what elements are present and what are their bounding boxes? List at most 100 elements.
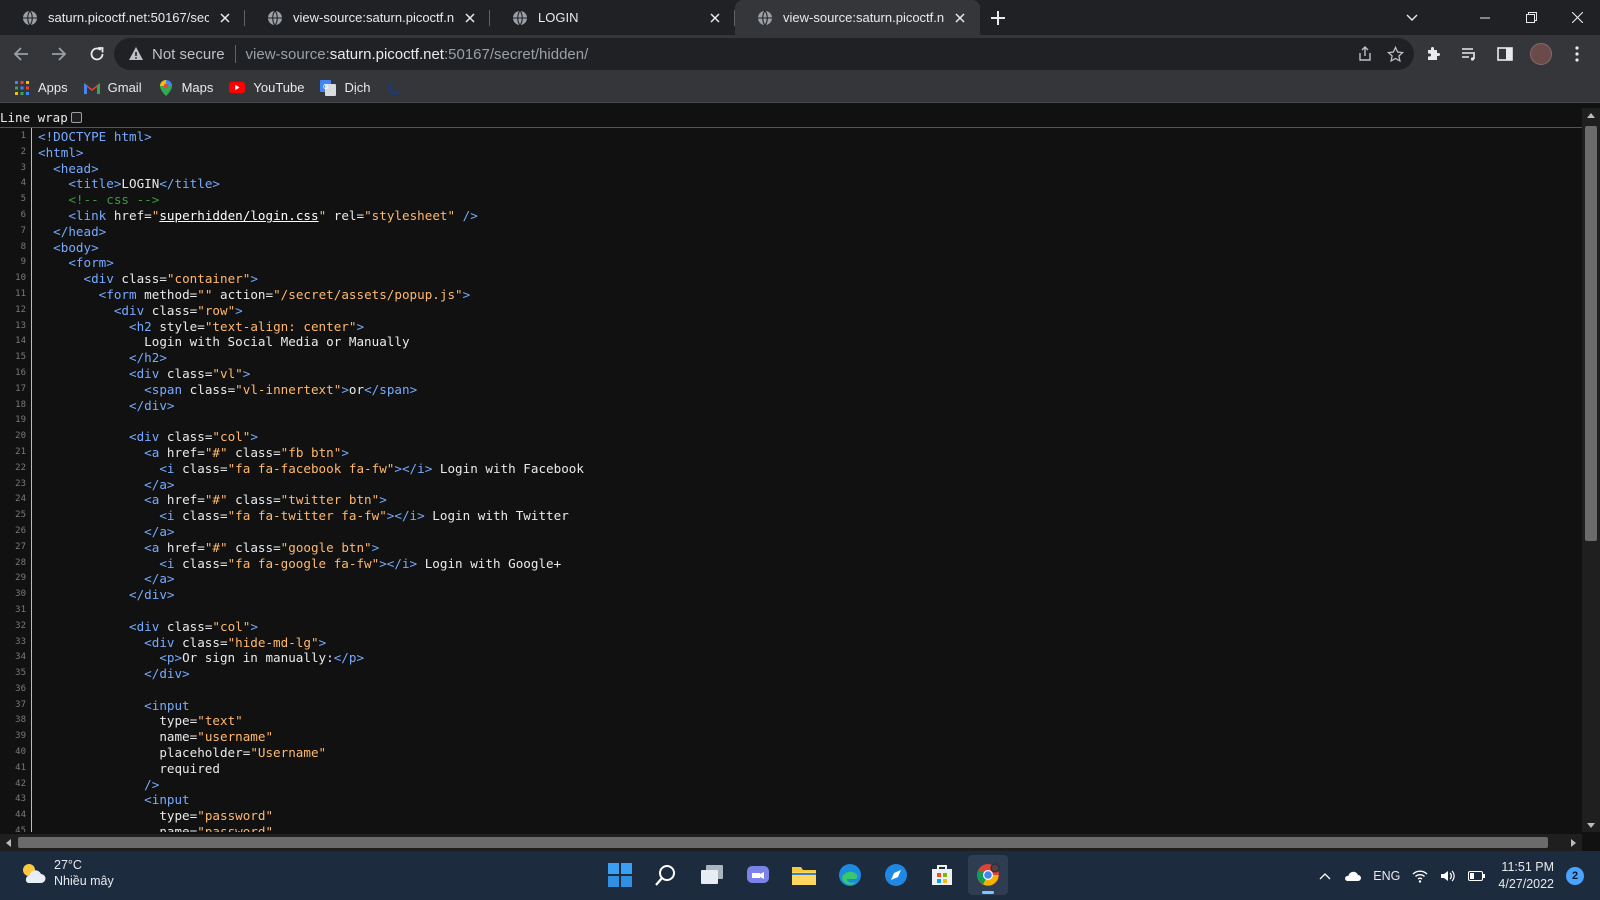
- code-token: name=: [38, 824, 198, 832]
- minimize-button[interactable]: [1462, 0, 1508, 35]
- security-label[interactable]: Not secure: [152, 46, 225, 63]
- source-line: 5 <!-- css -->: [0, 192, 1582, 208]
- tab-title: view-source:saturn.picoctf.net:50: [783, 10, 944, 25]
- tab-title: view-source:saturn.picoctf.net:50: [293, 10, 454, 25]
- tab-close-button[interactable]: [707, 10, 723, 26]
- line-text: </a>: [29, 571, 174, 587]
- weather-widget[interactable]: 27°C Nhiều mây: [20, 857, 114, 889]
- browser-tab[interactable]: LOGIN: [490, 0, 735, 35]
- line-text: <link href="superhidden/login.css" rel="…: [29, 208, 478, 224]
- code-token: Login with Facebook: [432, 460, 584, 476]
- source-line: 3 <head>: [0, 161, 1582, 177]
- source-line: 13 <h2 style="text-align: center">: [0, 319, 1582, 335]
- svg-text:G: G: [323, 84, 328, 91]
- extensions-button[interactable]: [1418, 37, 1448, 71]
- line-number: 17: [15, 383, 26, 394]
- scroll-left-arrow-icon[interactable]: [3, 837, 13, 848]
- file-explorer-button[interactable]: [784, 855, 824, 895]
- code-token: "fb btn": [280, 444, 342, 460]
- reading-list-button[interactable]: [1454, 37, 1484, 71]
- search-button[interactable]: [646, 855, 686, 895]
- wifi-icon[interactable]: [1412, 869, 1428, 883]
- close-window-button[interactable]: [1554, 0, 1600, 35]
- source-line: 15 </h2>: [0, 350, 1582, 366]
- side-panel-button[interactable]: [1490, 37, 1520, 71]
- notification-badge[interactable]: 2: [1566, 866, 1584, 885]
- code-token: <div: [38, 429, 167, 445]
- source-line: 42 />: [0, 777, 1582, 793]
- tab-close-button[interactable]: [952, 10, 968, 26]
- tab-search-button[interactable]: [1394, 0, 1430, 35]
- new-tab-button[interactable]: [980, 0, 1016, 35]
- line-text: type="password": [29, 808, 273, 824]
- line-wrap-toggle[interactable]: Line wrap: [0, 108, 82, 126]
- address-bar[interactable]: Not secure view-source:saturn.picoctf.ne…: [114, 38, 1414, 70]
- browser-tab[interactable]: view-source:saturn.picoctf.net:50: [245, 0, 490, 35]
- onedrive-cloud-icon[interactable]: [1343, 870, 1362, 882]
- source-link[interactable]: superhidden/login.css: [159, 208, 318, 223]
- chevron-up-icon[interactable]: [1319, 872, 1331, 880]
- line-number: 10: [15, 273, 26, 284]
- horizontal-scroll-thumb[interactable]: [18, 837, 1548, 848]
- source-line: 7 </head>: [0, 224, 1582, 240]
- weather-desc: Nhiều mây: [54, 874, 114, 888]
- code-token: >: [356, 318, 365, 334]
- volume-icon[interactable]: [1440, 869, 1456, 883]
- line-text: </div>: [29, 587, 175, 603]
- bookmark-moon[interactable]: [387, 79, 411, 96]
- input-language[interactable]: ENG: [1373, 869, 1400, 883]
- code-token: >: [371, 539, 380, 555]
- forward-button[interactable]: [42, 37, 76, 71]
- vertical-scrollbar[interactable]: [1582, 108, 1600, 832]
- scroll-right-arrow-icon[interactable]: [1568, 837, 1578, 848]
- code-token: required: [38, 760, 220, 776]
- code-token: </div>: [38, 397, 175, 413]
- source-line: 19: [0, 413, 1582, 429]
- bookmark-translate[interactable]: G Dịch: [320, 79, 371, 96]
- source-line: 25 <i class="fa fa-twitter fa-fw"></i> L…: [0, 508, 1582, 524]
- back-button[interactable]: [4, 37, 38, 71]
- url-text[interactable]: view-source:saturn.picoctf.net:50167/sec…: [246, 46, 589, 63]
- bookmark-gmail[interactable]: Gmail: [83, 80, 142, 96]
- code-token: ></i>: [386, 508, 425, 524]
- chrome-button[interactable]: [968, 855, 1008, 895]
- code-token: Or sign in manually:: [182, 650, 334, 666]
- copilot-app-button[interactable]: [876, 855, 916, 895]
- line-wrap-checkbox[interactable]: [70, 111, 82, 123]
- bookmark-star-icon[interactable]: [1387, 45, 1404, 63]
- teams-chat-button[interactable]: [738, 855, 778, 895]
- restore-button[interactable]: [1508, 0, 1554, 35]
- browser-tab[interactable]: view-source:saturn.picoctf.net:50: [735, 0, 980, 35]
- vertical-scroll-thumb[interactable]: [1585, 126, 1597, 541]
- line-number: 45: [15, 826, 26, 832]
- battery-icon[interactable]: [1468, 870, 1486, 882]
- tab-close-button[interactable]: [462, 10, 478, 26]
- profile-button[interactable]: [1526, 37, 1556, 71]
- start-button[interactable]: [600, 855, 640, 895]
- line-text: <div class="vl">: [29, 366, 250, 382]
- line-number: 12: [15, 304, 26, 315]
- bookmark-label: Gmail: [107, 80, 142, 95]
- horizontal-scrollbar[interactable]: [0, 834, 1582, 851]
- bookmark-maps[interactable]: Maps: [158, 79, 213, 96]
- task-view-button[interactable]: [692, 855, 732, 895]
- share-icon[interactable]: [1357, 46, 1373, 62]
- code-token: <div: [38, 634, 183, 650]
- reload-button[interactable]: [80, 37, 114, 71]
- bookmark-youtube[interactable]: YouTube: [229, 80, 304, 96]
- edge-button[interactable]: [830, 855, 870, 895]
- media-list-icon: [1462, 48, 1475, 61]
- code-token: <input: [38, 792, 190, 808]
- code-token: href=: [113, 207, 152, 223]
- scroll-up-arrow-icon[interactable]: [1586, 110, 1596, 120]
- clock[interactable]: 11:51 PM 4/27/2022: [1498, 859, 1554, 893]
- code-token: <!-- css -->: [38, 192, 160, 208]
- bookmark-apps[interactable]: Apps: [14, 80, 68, 96]
- store-button[interactable]: [922, 855, 962, 895]
- line-number: 30: [15, 589, 26, 600]
- menu-button[interactable]: [1562, 37, 1592, 71]
- browser-tab[interactable]: saturn.picoctf.net:50167/secret/: [0, 0, 245, 35]
- code-token: >: [318, 634, 327, 650]
- tab-close-button[interactable]: [217, 10, 233, 26]
- scroll-down-arrow-icon[interactable]: [1586, 820, 1596, 830]
